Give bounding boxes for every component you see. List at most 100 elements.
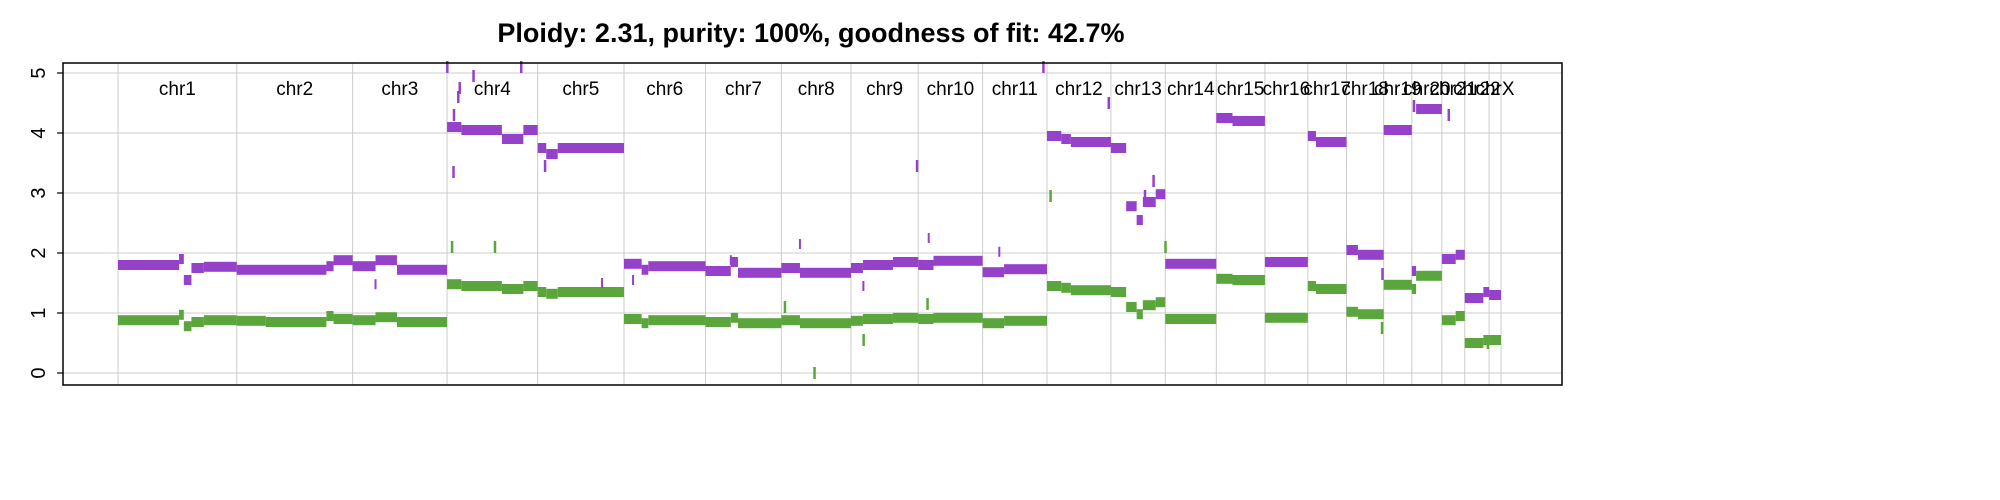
major-cn-segment xyxy=(1004,264,1047,275)
minor-cn-outlier xyxy=(1164,241,1167,253)
major-cn-segment xyxy=(730,257,738,267)
major-cn-segment xyxy=(183,275,192,285)
chromosome-label: chr15 xyxy=(1217,79,1265,100)
major-cn-segment xyxy=(1416,104,1442,114)
major-cn-segment xyxy=(1307,131,1316,141)
chromosome-label: chrX xyxy=(1475,79,1514,100)
major-cn-segment xyxy=(1165,258,1217,269)
major-cn-segment xyxy=(352,261,376,272)
major-cn-segment xyxy=(933,255,983,266)
minor-cn-segment xyxy=(1046,281,1062,291)
minor-cn-segment xyxy=(1070,285,1111,296)
minor-cn-outlier xyxy=(1049,190,1052,202)
major-cn-segment xyxy=(1464,293,1484,303)
y-tick-label: 0 xyxy=(28,367,50,378)
chromosome-label: chr11 xyxy=(992,79,1038,100)
major-cn-outlier xyxy=(998,246,1001,257)
major-cn-segment xyxy=(118,260,180,270)
segments xyxy=(118,61,1501,379)
major-cn-segment xyxy=(1346,245,1358,255)
minor-cn-segment xyxy=(352,315,376,326)
minor-cn-segment xyxy=(737,318,782,329)
minor-cn-segment xyxy=(523,281,538,291)
minor-cn-outlier xyxy=(493,241,497,253)
chromosome-label: chr7 xyxy=(725,79,762,100)
minor-cn-outlier xyxy=(450,241,454,253)
minor-cn-segment xyxy=(730,312,738,323)
major-cn-segment xyxy=(799,267,851,278)
major-cn-segment xyxy=(1455,249,1465,260)
minor-cn-outlier xyxy=(813,367,816,379)
plot-frame xyxy=(62,62,1563,386)
major-cn-outlier xyxy=(915,160,919,172)
major-cn-segment xyxy=(1357,249,1384,260)
minor-cn-segment xyxy=(179,309,184,320)
major-cn-segment xyxy=(1383,125,1412,135)
major-cn-outlier xyxy=(798,239,801,249)
minor-cn-segment xyxy=(396,317,448,327)
minor-cn-segment xyxy=(118,315,180,326)
major-cn-outlier xyxy=(1107,97,1111,109)
major-cn-segment xyxy=(781,263,800,273)
minor-cn-segment xyxy=(1126,302,1137,312)
major-cn-segment xyxy=(1315,137,1347,147)
major-cn-segment xyxy=(1411,266,1417,276)
copy-number-chart: Ploidy: 2.31, purity: 100%, goodness of … xyxy=(28,18,1563,386)
minor-cn-segment xyxy=(1464,338,1484,348)
major-cn-segment xyxy=(641,264,649,275)
chromosome-label: chr8 xyxy=(798,79,835,100)
minor-cn-segment xyxy=(1411,284,1417,294)
minor-cn-segment xyxy=(1136,309,1143,320)
major-cn-outlier xyxy=(729,255,732,266)
y-tick-label: 5 xyxy=(28,67,50,78)
minor-cn-segment xyxy=(461,281,502,291)
major-cn-segment xyxy=(1489,290,1501,300)
minor-cn-segment xyxy=(537,287,547,297)
minor-cn-segment xyxy=(326,311,334,321)
major-cn-segment xyxy=(623,258,642,269)
minor-cn-segment xyxy=(1489,335,1501,345)
major-cn-outlier xyxy=(452,109,456,121)
minor-cn-segment xyxy=(1357,309,1384,320)
chart-title: Ploidy: 2.31, purity: 100%, goodness of … xyxy=(497,18,1124,48)
major-cn-segment xyxy=(179,254,184,264)
minor-cn-outlier xyxy=(783,301,787,313)
major-cn-segment xyxy=(326,261,334,272)
grid-lines xyxy=(63,63,1562,385)
minor-cn-segment xyxy=(183,321,192,332)
minor-cn-segment xyxy=(447,279,462,290)
minor-cn-segment xyxy=(1441,315,1456,326)
minor-cn-segment xyxy=(546,288,558,299)
major-cn-outlier xyxy=(862,281,865,291)
chromosome-label: chr14 xyxy=(1167,79,1215,100)
minor-cn-segment xyxy=(1232,275,1265,285)
minor-cn-segment xyxy=(705,317,731,327)
y-axis: 0 1 2 3 4 5 xyxy=(28,67,63,379)
major-cn-segment xyxy=(737,267,782,278)
minor-cn-segment xyxy=(191,317,204,327)
minor-cn-segment xyxy=(892,312,919,323)
chromosome-label: chr4 xyxy=(474,79,511,100)
minor-cn-segment xyxy=(918,314,934,324)
major-cn-segment xyxy=(375,255,397,266)
major-cn-segment xyxy=(862,260,893,270)
minor-cn-segment xyxy=(1315,284,1347,294)
chromosome-label: chr1 xyxy=(159,79,196,100)
minor-cn-segment xyxy=(1455,311,1465,321)
minor-cn-segment xyxy=(1142,300,1156,311)
major-cn-segment xyxy=(892,257,919,267)
minor-cn-segment xyxy=(333,314,353,324)
major-cn-outlier xyxy=(1447,109,1451,121)
minor-cn-segment xyxy=(236,315,266,326)
major-cn-segment xyxy=(1136,215,1143,225)
chromosome-label: chr5 xyxy=(562,79,599,100)
minor-cn-segment xyxy=(1110,287,1127,297)
minor-cn-segment xyxy=(557,287,624,297)
major-cn-outlier xyxy=(601,278,604,288)
major-cn-segment xyxy=(461,125,502,135)
chromosome-label: chr10 xyxy=(927,79,975,100)
major-cn-segment xyxy=(396,264,448,275)
minor-cn-segment xyxy=(375,312,397,323)
minor-cn-segment xyxy=(1061,282,1071,293)
y-tick-label: 2 xyxy=(28,247,50,258)
